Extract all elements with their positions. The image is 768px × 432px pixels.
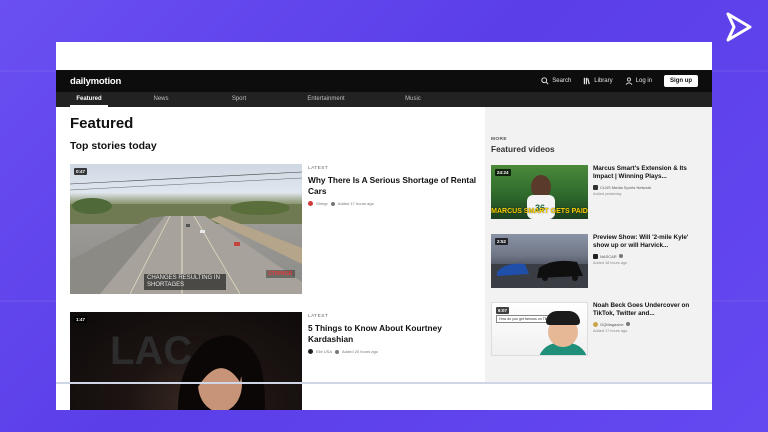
top-bar: dailymotion Search Library Log in Sign u… [56,70,712,92]
story-meta: Stringr Added 17 hours ago [308,201,484,206]
duration-badge: 2:52 [495,238,509,245]
video-thumbnail[interactable]: 2:52 [491,234,588,288]
svg-text:LAC: LAC [110,329,192,373]
duration-badge: 1:47 [74,316,88,323]
featured-videos-title: Featured videos [491,144,555,154]
featured-video-item[interactable]: 2:52 Preview Show: Will '2-mile Kyle' sh… [491,234,706,288]
added-time: Added yesterday [593,191,622,196]
channel-avatar[interactable] [308,349,313,354]
video-thumbnail[interactable]: 36 24:24 MARCUS SMART GETS PAID [491,165,588,219]
duration-badge: 0:47 [74,168,88,175]
library-label: Library [594,78,613,84]
divider [56,382,712,384]
tab-music[interactable]: Music [374,92,452,107]
main-content: Featured Top stories today [70,115,490,152]
portrait-image: LAC [110,329,265,410]
verified-icon [625,322,630,327]
channel-avatar[interactable] [593,184,598,190]
video-meta: CLNS Media Sports Network [593,184,700,190]
story-thumbnail[interactable]: 0:47 CHANGES RESULTING IN SHORTAGES STRI… [70,164,302,294]
signup-button[interactable]: Sign up [664,75,698,87]
story-kicker: LATEST [308,314,329,319]
more-label: MORE [491,137,507,142]
duration-badge: 6:07 [496,307,510,314]
story-title[interactable]: Why There Is A Serious Shortage of Renta… [308,175,484,196]
channel-avatar[interactable] [593,321,598,327]
thumbnail-text: MARCUS SMART GETS PAID [491,208,588,215]
search-link[interactable]: Search [541,77,571,85]
added-time: Added 17 hours ago [337,201,374,206]
video-title[interactable]: Noah Beck Goes Undercover on TikTok, Twi… [593,302,700,319]
story-card[interactable]: 0:47 CHANGES RESULTING IN SHORTAGES STRI… [70,164,490,294]
video-info: Preview Show: Will '2-mile Kyle' show up… [588,234,700,288]
video-meta: GQMagazine [593,321,700,327]
added-time: Added 18 hours ago [593,260,628,265]
user-icon [625,77,632,85]
channel-name[interactable]: CLNS Media Sports Network [600,185,651,190]
login-link[interactable]: Log in [625,77,652,85]
story-meta: Elle USA Added 20 hours ago [308,349,484,354]
search-icon [541,77,549,85]
library-link[interactable]: Library [583,77,613,85]
search-label: Search [552,78,572,84]
story-info: LATEST 5 Things to Know About Kourtney K… [302,312,484,410]
featured-video-item[interactable]: 36 24:24 MARCUS SMART GETS PAID Marcus S… [491,165,706,219]
tab-sport[interactable]: Sport [200,92,278,107]
category-nav: Featured News Sport Entertainment Music [56,92,712,107]
channel-name[interactable]: Stringr [316,201,328,206]
channel-avatar[interactable] [593,253,598,259]
featured-videos-sidebar: MORE Featured videos 36 24:24 MARCUS SMA… [485,107,712,382]
tab-entertainment[interactable]: Entertainment [278,92,374,107]
play-logo-icon [726,12,752,42]
verified-icon [618,254,623,259]
verified-icon [330,201,335,206]
login-label: Log in [635,78,652,84]
verified-icon [335,349,340,354]
top-bar-actions: Search Library Log in Sign up [541,75,698,87]
dailymotion-logo[interactable]: dailymotion [70,76,121,87]
story-kicker: LATEST [308,166,329,171]
video-info: Noah Beck Goes Undercover on TikTok, Twi… [588,302,700,356]
video-title[interactable]: Marcus Smart's Extension & Its Impact | … [593,165,700,182]
channel-name[interactable]: Elle USA [316,349,332,354]
person-hat [546,311,580,325]
story-card[interactable]: LAC 1:47 LATEST 5 Things to Know About K… [70,312,490,410]
duration-badge: 24:24 [495,169,511,176]
added-time: Added 20 hours ago [342,349,379,354]
page-title: Featured [70,115,134,132]
channel-name[interactable]: NASCAR [600,254,617,259]
browser-frame: dailymotion Search Library Log in Sign u… [56,42,712,410]
library-icon [584,77,591,85]
video-info: Marcus Smart's Extension & Its Impact | … [588,165,700,219]
story-thumbnail[interactable]: LAC 1:47 [70,312,302,410]
section-title: Top stories today [70,140,157,152]
tab-news[interactable]: News [122,92,200,107]
tab-featured[interactable]: Featured [56,92,122,107]
channel-avatar[interactable] [308,201,313,206]
video-thumbnail[interactable]: 6:07 How do you get famous on TikTok? [491,302,588,356]
featured-video-item[interactable]: 6:07 How do you get famous on TikTok? No… [491,302,706,356]
video-caption: CHANGES RESULTING IN SHORTAGES [144,274,226,290]
stringr-watermark: STRINGR [266,270,295,278]
added-time: Added 17 hours ago [593,328,628,333]
story-info: LATEST Why There Is A Serious Shortage o… [302,164,484,294]
channel-name[interactable]: GQMagazine [600,322,624,327]
story-title[interactable]: 5 Things to Know About Kourtney Kardashi… [308,323,484,344]
video-meta: NASCAR [593,253,700,259]
video-title[interactable]: Preview Show: Will '2-mile Kyle' show up… [593,234,700,251]
